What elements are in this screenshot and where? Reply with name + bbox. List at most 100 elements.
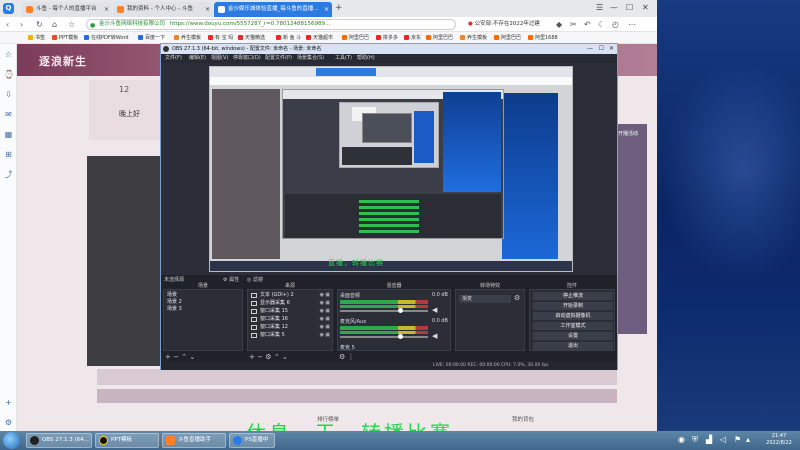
maximize-icon[interactable]: ☐ xyxy=(626,1,633,15)
add-icon[interactable]: + xyxy=(165,353,171,361)
bookmark-item[interactable]: 在线PDF转Word xyxy=(84,32,129,44)
lock-icon[interactable]: ▣ xyxy=(325,316,330,323)
start-recording-button[interactable]: 开始录制 xyxy=(533,302,613,310)
volume-slider-handle[interactable] xyxy=(398,308,403,313)
tray-network-icon[interactable]: ▟ xyxy=(706,434,712,446)
chevron-down-icon[interactable]: ⌄ xyxy=(189,353,195,361)
forward-icon[interactable]: › xyxy=(20,18,23,31)
menu-edit[interactable]: 编辑(E) xyxy=(189,54,206,63)
apps-icon[interactable]: ▦ xyxy=(4,130,13,139)
menu-scene-collection[interactable]: 场景集合(S) xyxy=(297,54,324,63)
start-button-icon[interactable] xyxy=(3,432,20,449)
tray-security-icon[interactable]: ⛨ xyxy=(692,434,698,446)
scene-item[interactable]: 场景 xyxy=(167,292,177,299)
refresh-icon[interactable]: ↻ xyxy=(36,18,43,31)
scene-item[interactable]: 场景 3 xyxy=(167,306,182,313)
source-item[interactable]: 窗口采集 12 ◉ ▣ xyxy=(250,324,330,331)
game-icon[interactable]: ◆ xyxy=(556,18,562,31)
add-icon[interactable]: + xyxy=(4,398,13,407)
visibility-icon[interactable]: ◉ xyxy=(320,308,324,315)
close-icon[interactable]: × xyxy=(104,2,109,17)
virtual-camera-button[interactable]: 启动虚拟摄像机 xyxy=(533,312,613,320)
gear-icon[interactable]: ⚙ xyxy=(265,353,271,361)
tray-expand-icon[interactable]: ▴ xyxy=(746,434,750,446)
source-item[interactable]: 文本 (GDI+) 2 ◉ ▣ xyxy=(250,292,330,299)
source-item[interactable]: 窗口采集 15 ◉ ▣ xyxy=(250,308,330,315)
settings-button[interactable]: 设置 xyxy=(533,332,613,340)
promo-panel[interactable]: 开播活动 xyxy=(615,124,647,334)
exit-button[interactable]: 退出 xyxy=(533,342,613,350)
close-icon[interactable]: ✕ xyxy=(609,44,614,54)
screenshot-icon[interactable]: ✂ xyxy=(570,18,577,31)
source-item[interactable]: 显示器采集 6 ◉ ▣ xyxy=(250,300,330,307)
menu-docks[interactable]: 停靠窗口(D) xyxy=(233,54,261,63)
settings-icon[interactable]: ⚙ xyxy=(4,418,13,427)
system-clock[interactable]: 21:47 2022/8/22 xyxy=(760,433,798,447)
volume-slider[interactable] xyxy=(340,310,428,312)
visibility-icon[interactable]: ◉ xyxy=(320,292,324,299)
tray-volume-icon[interactable]: ◁ xyxy=(720,434,726,446)
tray-app-icon[interactable]: ◉ xyxy=(678,434,685,446)
menu-help[interactable]: 帮助(H) xyxy=(357,54,375,63)
more-icon[interactable]: ⋯ xyxy=(628,18,636,31)
taskbar-item-obs[interactable]: OBS 27.1.3 (64... xyxy=(26,433,92,448)
download-icon[interactable]: ⇩ xyxy=(4,90,13,99)
studio-mode-button[interactable]: 工作室模式 xyxy=(533,322,613,330)
night-mode-icon[interactable]: ☾ xyxy=(598,18,605,31)
remove-icon[interactable]: − xyxy=(257,353,263,361)
history-icon[interactable]: ⌚ xyxy=(4,70,14,79)
gear-icon[interactable]: ⚙ xyxy=(514,294,520,302)
tab-douyu-home[interactable]: 斗鱼 - 每个人的直播平台 × xyxy=(22,2,112,17)
chat-icon[interactable]: ✉ xyxy=(4,110,13,119)
taskbar-item-browser[interactable]: PS直播中 xyxy=(229,433,275,448)
stop-streaming-button[interactable]: 停止推流 xyxy=(533,292,613,300)
gear-icon[interactable]: ⚙ xyxy=(339,353,345,361)
lock-icon[interactable]: ▣ xyxy=(325,332,330,339)
chevron-up-icon[interactable]: ⌃ xyxy=(274,353,280,361)
share-icon[interactable]: ⤴ xyxy=(4,170,13,179)
speaker-icon[interactable]: ◀ xyxy=(432,306,437,314)
volume-slider-handle[interactable] xyxy=(398,334,403,339)
tray-flag-icon[interactable]: ⚑ xyxy=(734,434,741,446)
tab-profile[interactable]: 我的资料 - 个人中心 - 斗鱼 × xyxy=(113,2,213,17)
obs-preview[interactable]: 直播，转播比赛 xyxy=(209,66,573,272)
menu-view[interactable]: 视图(V) xyxy=(211,54,228,63)
news-ticker[interactable]: ● 公安部:不存在2022年过建 xyxy=(468,19,540,30)
bookmark-item[interactable]: PPT模板 xyxy=(52,32,78,44)
lock-icon[interactable]: ▣ xyxy=(325,308,330,315)
minimize-icon[interactable]: — xyxy=(587,44,593,54)
home-icon[interactable]: ⌂ xyxy=(52,18,57,31)
transition-select[interactable]: 渐变 xyxy=(459,295,511,303)
maximize-icon[interactable]: ☐ xyxy=(599,44,604,54)
chevron-down-icon[interactable]: ⌄ xyxy=(282,353,288,361)
lock-icon[interactable]: ▣ xyxy=(325,300,330,307)
menu-tools[interactable]: 工具(T) xyxy=(335,54,352,63)
browser-logo-icon[interactable]: Q xyxy=(3,3,14,14)
history-icon[interactable]: ◴ xyxy=(612,18,619,31)
volume-slider[interactable] xyxy=(340,336,428,338)
undo-icon[interactable]: ↶ xyxy=(584,18,591,31)
back-icon[interactable]: ‹ xyxy=(6,18,9,31)
lock-icon[interactable]: ▣ xyxy=(325,324,330,331)
menu-profile[interactable]: 配置文件(P) xyxy=(265,54,292,63)
tab-backpack[interactable]: 我的背包 xyxy=(512,415,534,423)
close-icon[interactable]: × xyxy=(324,2,329,17)
minimize-icon[interactable]: — xyxy=(610,1,618,15)
visibility-icon[interactable]: ◉ xyxy=(320,332,324,339)
favorites-icon[interactable]: ☆ xyxy=(4,50,13,59)
visibility-icon[interactable]: ◉ xyxy=(320,300,324,307)
visibility-icon[interactable]: ◉ xyxy=(320,324,324,331)
taskbar-item-douyu[interactable]: 斗鱼直播助手 xyxy=(162,433,226,448)
add-icon[interactable]: + xyxy=(249,353,255,361)
remove-icon[interactable]: − xyxy=(173,353,179,361)
tab-live-room[interactable]: 金沙娱乐城体验直播_每斗鱼的直播... × xyxy=(214,2,332,17)
chevron-up-icon[interactable]: ⌃ xyxy=(181,353,187,361)
bookmark-item[interactable]: 书签 xyxy=(28,32,45,44)
address-bar[interactable]: ● 金沙斗鱼网络科技有限公司 https://www.douyu.com/555… xyxy=(86,19,456,30)
lock-icon[interactable]: ▣ xyxy=(325,292,330,299)
star-icon[interactable]: ☆ xyxy=(68,18,75,31)
source-item[interactable]: 窗口采集 16 ◉ ▣ xyxy=(250,316,330,323)
speaker-icon[interactable]: ◀ xyxy=(432,332,437,340)
menu-file[interactable]: 文件(F) xyxy=(165,54,182,63)
new-tab-button[interactable]: + xyxy=(335,2,343,15)
